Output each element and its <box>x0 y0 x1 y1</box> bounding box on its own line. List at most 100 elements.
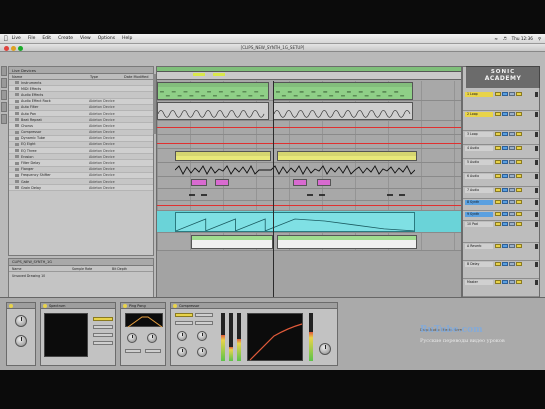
menu-options[interactable]: Options <box>98 36 115 41</box>
track-solo-button[interactable] <box>502 280 508 284</box>
device-audio-effect[interactable] <box>6 302 36 366</box>
track-activator-button[interactable] <box>495 244 501 248</box>
gain-knob[interactable] <box>15 315 27 327</box>
power-icon[interactable] <box>43 304 47 308</box>
track-activator-button[interactable] <box>495 262 501 266</box>
track-arm-button[interactable] <box>509 188 515 192</box>
spectrum-display[interactable] <box>44 313 88 357</box>
track-activator-button[interactable] <box>495 92 501 96</box>
automation-line[interactable] <box>157 143 461 144</box>
transfer-curve-display[interactable] <box>247 313 303 361</box>
clip[interactable] <box>215 179 229 186</box>
track-monitor-button[interactable] <box>516 262 522 266</box>
track-monitor-button[interactable] <box>516 212 522 216</box>
track-arm-button[interactable] <box>509 212 515 216</box>
browser-tab-devices[interactable] <box>1 66 7 76</box>
comp-mode-button[interactable] <box>175 321 193 325</box>
track-solo-button[interactable] <box>502 200 508 204</box>
track-activator-button[interactable] <box>495 146 501 150</box>
clip[interactable] <box>293 179 307 186</box>
info-col-bits[interactable]: Bit Depth <box>109 267 127 271</box>
track-activator-button[interactable] <box>495 222 501 226</box>
col-name[interactable]: Name <box>9 75 87 79</box>
zoom-icon[interactable] <box>18 45 23 51</box>
track-activator-button[interactable] <box>495 280 501 284</box>
track-name[interactable]: 1 Loop <box>465 92 493 97</box>
wifi-icon[interactable]: ≈ <box>494 36 498 41</box>
track-name[interactable]: 7 Audio <box>465 188 493 193</box>
knee-knob[interactable] <box>197 347 207 357</box>
clip[interactable] <box>277 151 417 161</box>
browser-tab-files-1[interactable] <box>1 90 7 100</box>
freeze-button[interactable] <box>145 349 161 353</box>
track-arm-button[interactable] <box>509 222 515 226</box>
track-arm-button[interactable] <box>509 132 515 136</box>
track-activator-button[interactable] <box>495 160 501 164</box>
track-arm-button[interactable] <box>509 92 515 96</box>
power-icon[interactable] <box>9 304 13 308</box>
track-name[interactable]: 5 Audio <box>465 160 493 165</box>
col-date[interactable]: Date Modified <box>121 75 148 79</box>
close-icon[interactable] <box>4 45 9 51</box>
track-solo-button[interactable] <box>502 262 508 266</box>
track-solo-button[interactable] <box>502 160 508 164</box>
track-header[interactable]: 1 Loop <box>463 91 539 111</box>
mix-knob[interactable] <box>15 335 27 347</box>
track-header[interactable]: A Reverb <box>463 243 539 261</box>
track-solo-button[interactable] <box>502 222 508 226</box>
sync-button[interactable] <box>125 349 141 353</box>
track-header[interactable]: Master <box>463 279 539 297</box>
comp-mode-button[interactable] <box>175 313 193 317</box>
clip[interactable] <box>317 179 331 186</box>
track-monitor-button[interactable] <box>516 92 522 96</box>
track-activator-button[interactable] <box>495 200 501 204</box>
power-icon[interactable] <box>123 304 127 308</box>
device-spectrum[interactable]: Spectrum <box>40 302 116 366</box>
device-pingpong[interactable]: Ping Pong <box>120 302 166 366</box>
track-activator-button[interactable] <box>495 112 501 116</box>
ratio-knob[interactable] <box>177 347 187 357</box>
track-activator-button[interactable] <box>495 174 501 178</box>
track-solo-button[interactable] <box>502 92 508 96</box>
audio-hits[interactable] <box>187 191 427 199</box>
track-monitor-button[interactable] <box>516 112 522 116</box>
playhead[interactable] <box>273 81 274 309</box>
track-solo-button[interactable] <box>502 244 508 248</box>
info-row[interactable]: Unsaved Drawing 10 <box>9 272 153 280</box>
minimize-icon[interactable] <box>11 45 16 51</box>
clip[interactable] <box>273 102 413 120</box>
track-solo-button[interactable] <box>502 132 508 136</box>
track-activator-button[interactable] <box>495 212 501 216</box>
filter-display[interactable] <box>125 313 163 328</box>
track-header[interactable]: 2 Loop <box>463 111 539 131</box>
beat-time-ruler[interactable] <box>157 72 461 80</box>
track-solo-button[interactable] <box>502 188 508 192</box>
track-arm-button[interactable] <box>509 174 515 178</box>
track-header[interactable]: 3 Loop <box>463 131 539 145</box>
apple-icon[interactable]:  <box>4 35 8 42</box>
track-arm-button[interactable] <box>509 112 515 116</box>
device-compressor[interactable]: Compressor <box>170 302 338 366</box>
track-arm-button[interactable] <box>509 160 515 164</box>
spectrum-option[interactable] <box>93 325 113 329</box>
track-name[interactable]: 6 Audio <box>465 174 493 179</box>
track-monitor-button[interactable] <box>516 244 522 248</box>
menu-create[interactable]: Create <box>58 36 73 41</box>
arrangement-view[interactable] <box>156 66 462 310</box>
track-header[interactable]: B Delay <box>463 261 539 279</box>
clip[interactable] <box>191 235 273 249</box>
spotlight-icon[interactable]: ⚲ <box>538 36 541 41</box>
track-monitor-button[interactable] <box>516 222 522 226</box>
track-arm-button[interactable] <box>509 262 515 266</box>
track-activator-button[interactable] <box>495 132 501 136</box>
power-icon[interactable] <box>173 304 177 308</box>
info-col-rate[interactable]: Sample Rate <box>69 267 109 271</box>
clock[interactable]: Thu 12:36 <box>512 36 533 41</box>
menu-live[interactable]: Live <box>12 36 21 41</box>
menu-edit[interactable]: Edit <box>42 36 51 41</box>
track-name[interactable]: 2 Loop <box>465 112 493 117</box>
col-type[interactable]: Type <box>87 75 121 79</box>
menu-help[interactable]: Help <box>122 36 132 41</box>
comp-mode-button[interactable] <box>195 321 213 325</box>
browser-tab-files-2[interactable] <box>1 102 7 112</box>
